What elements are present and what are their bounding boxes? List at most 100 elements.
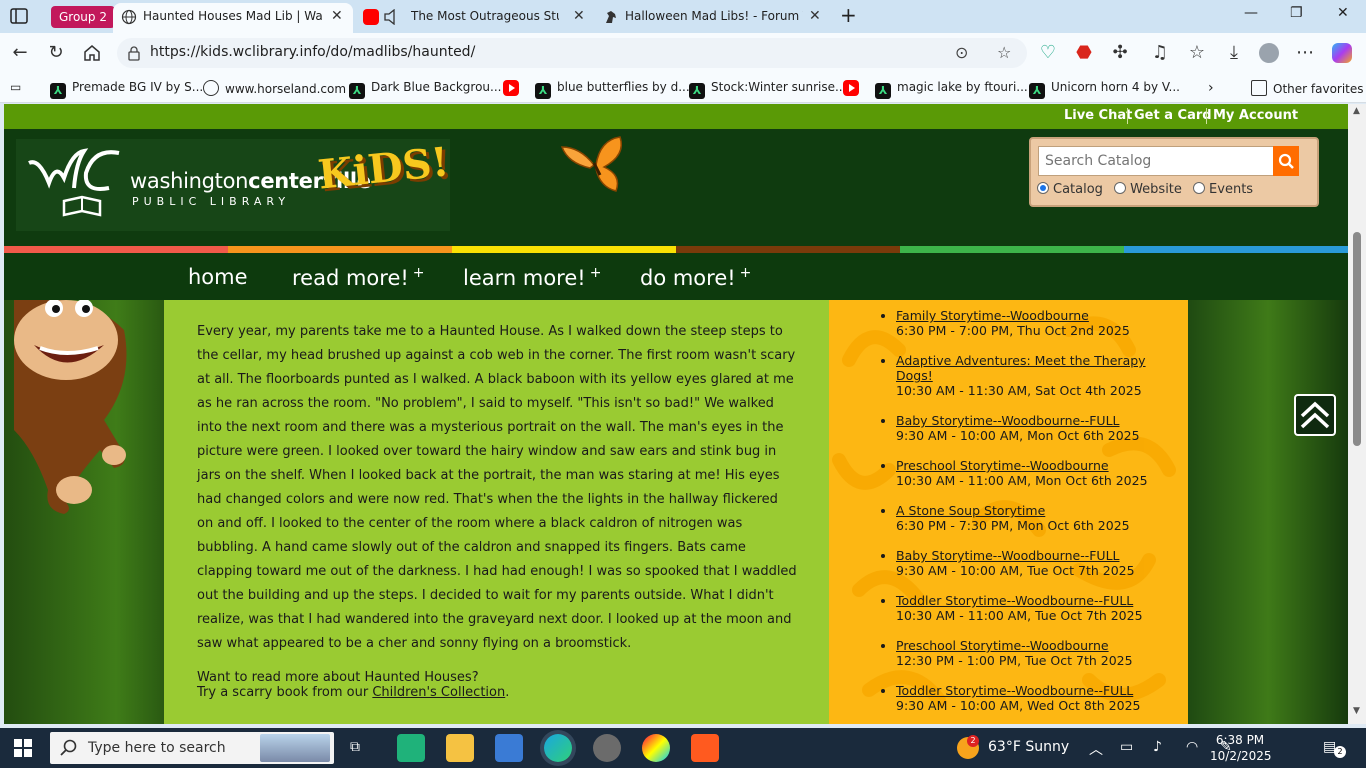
scroll-up-arrow-icon[interactable]: ▲ — [1353, 106, 1360, 116]
childrens-collection-link[interactable]: Children's Collection — [372, 685, 505, 700]
scope-events[interactable]: Events — [1193, 182, 1253, 197]
tab-halloween-mad-libs[interactable]: Halloween Mad Libs! - Forum Top ✕ — [595, 3, 835, 33]
radio[interactable] — [1114, 182, 1127, 194]
scope-website[interactable]: Website — [1114, 182, 1182, 197]
notification-count: 2 — [1334, 746, 1346, 758]
bookmark-item[interactable]: ⅄ Unicorn horn 4 by V... — [1029, 80, 1180, 99]
battery-icon[interactable]: ▭ — [1120, 739, 1133, 755]
scroll-down-arrow-icon[interactable]: ▼ — [1353, 706, 1360, 716]
reading-list-icon[interactable]: ▭ — [10, 80, 21, 94]
event-title-link[interactable]: A Stone Soup Storytime — [896, 503, 1166, 518]
search-button[interactable] — [1273, 146, 1299, 176]
event-title-link[interactable]: Preschool Storytime--Woodbourne — [896, 638, 1166, 653]
bookmark-item[interactable] — [503, 80, 525, 96]
tab-haunted-houses[interactable]: Haunted Houses Mad Lib | Washi ✕ — [113, 3, 353, 33]
new-tab-icon[interactable]: + — [840, 3, 857, 27]
close-tab-icon[interactable]: ✕ — [573, 3, 585, 29]
restore-icon[interactable]: ❐ — [1290, 5, 1303, 21]
my-account-link[interactable]: My Account — [1213, 108, 1298, 123]
copilot-icon[interactable] — [1332, 43, 1352, 63]
radio-selected[interactable] — [1037, 182, 1049, 194]
refresh-icon[interactable]: ↻ — [46, 43, 66, 63]
bookmark-label: Stock:Winter sunrise... — [711, 80, 847, 94]
event-title-link[interactable]: Toddler Storytime--Woodbourne--FULL — [896, 683, 1166, 698]
bookmark-label: Unicorn horn 4 by V... — [1051, 80, 1180, 94]
event-title-link[interactable]: Family Storytime--Woodbourne — [896, 308, 1166, 323]
profile-avatar-icon[interactable] — [1259, 43, 1279, 63]
microsoft-store-icon[interactable] — [495, 734, 523, 762]
event-title-link[interactable]: Baby Storytime--Woodbourne--FULL — [896, 413, 1166, 428]
back-icon[interactable]: ← — [10, 43, 30, 63]
bookmarks-overflow-chevron-icon[interactable]: › — [1208, 80, 1214, 96]
paint-app-icon[interactable] — [642, 734, 670, 762]
bookmark-item[interactable]: ⅄ Premade BG IV by S... — [50, 80, 203, 99]
windows-start-icon[interactable] — [14, 739, 32, 757]
event-title-link[interactable]: Baby Storytime--Woodbourne--FULL — [896, 548, 1166, 563]
settings-menu-icon[interactable]: ⋯ — [1295, 43, 1315, 63]
tray-chevron-icon[interactable]: ︿ — [1089, 739, 1103, 759]
app-g-icon[interactable] — [691, 734, 719, 762]
downloads-icon[interactable]: ⤓ — [1224, 43, 1244, 63]
file-explorer-icon[interactable] — [446, 734, 474, 762]
media-icon[interactable]: ♫ — [1150, 43, 1170, 63]
tab-outrageous-students[interactable]: The Most Outrageous Stude ✕ — [355, 3, 595, 33]
bookmark-item[interactable]: ⅄ Stock:Winter sunrise... — [689, 80, 846, 99]
nav-learn-more[interactable]: learn more! + — [463, 265, 601, 290]
deviantart-icon: ⅄ — [1029, 83, 1045, 99]
address-bar[interactable]: https://kids.wclibrary.info/do/madlibs/h… — [117, 38, 1027, 68]
catalog-search-input[interactable] — [1038, 146, 1274, 176]
url-text[interactable]: https://kids.wclibrary.info/do/madlibs/h… — [150, 44, 475, 60]
scope-catalog[interactable]: Catalog — [1037, 182, 1103, 197]
live-chat-link[interactable]: Live Chat — [1064, 108, 1132, 123]
wifi-icon[interactable]: ◠ — [1186, 739, 1198, 755]
bookmark-item[interactable]: ⅄ blue butterflies by d... — [535, 80, 690, 99]
tab-title: The Most Outrageous Stude — [411, 9, 559, 23]
search-icon — [1278, 153, 1294, 169]
favorites-icon[interactable]: ☆ — [1187, 43, 1207, 63]
close-window-icon[interactable]: ✕ — [1337, 5, 1349, 21]
event-title-link[interactable]: Preschool Storytime--Woodbourne — [896, 458, 1166, 473]
page-scrollbar[interactable]: ▲ ▼ — [1348, 104, 1366, 724]
bookmark-item[interactable]: ⅄ Dark Blue Backgrou... — [349, 80, 501, 99]
color-stripe-segment — [1124, 246, 1348, 253]
other-favorites[interactable]: Other favorites — [1251, 80, 1364, 96]
task-view-icon[interactable]: ⧉ — [350, 739, 360, 755]
scroll-to-top-button[interactable] — [1294, 394, 1336, 436]
bookmark-item[interactable] — [843, 80, 865, 96]
more-options-circle-icon[interactable]: ⊙ — [955, 43, 968, 62]
close-tab-icon[interactable]: ✕ — [331, 3, 343, 29]
bookmark-label: Premade BG IV by S... — [72, 80, 204, 94]
event-item: Baby Storytime--Woodbourne--FULL9:30 AM … — [896, 548, 1166, 578]
nav-read-more[interactable]: read more! + — [292, 265, 425, 290]
gimp-icon[interactable] — [593, 734, 621, 762]
event-title-link[interactable]: Toddler Storytime--Woodbourne--FULL — [896, 593, 1166, 608]
favorite-star-icon[interactable]: ☆ — [997, 43, 1011, 62]
app-icon-green[interactable] — [397, 734, 425, 762]
event-title-link[interactable]: Adaptive Adventures: Meet the Therapy Do… — [896, 353, 1166, 383]
edge-browser-icon[interactable] — [544, 734, 572, 762]
weather-text[interactable]: 63°F Sunny — [988, 739, 1069, 755]
adblock-icon[interactable]: ⬣ — [1074, 43, 1094, 63]
extension-heart-icon[interactable]: ♡ — [1038, 43, 1058, 63]
extensions-puzzle-icon[interactable]: ✣ — [1110, 43, 1130, 63]
get-a-card-link[interactable]: Get a Card — [1134, 108, 1212, 123]
site-info-icon[interactable] — [127, 45, 141, 61]
nav-home[interactable]: home — [188, 265, 248, 289]
speaker-mute-icon[interactable] — [383, 9, 401, 25]
event-time: 10:30 AM - 11:30 AM, Sat Oct 4th 2025 — [896, 383, 1142, 398]
nav-do-more[interactable]: do more! + — [640, 265, 751, 290]
clock[interactable]: 6:38 PM 10/2/2025 — [1210, 732, 1272, 764]
home-icon[interactable] — [82, 43, 102, 63]
minimize-icon[interactable]: — — [1244, 5, 1258, 21]
sidebar-toggle-icon[interactable] — [10, 7, 28, 25]
close-tab-icon[interactable]: ✕ — [809, 3, 821, 29]
scrollbar-thumb[interactable] — [1353, 232, 1361, 446]
globe-icon — [203, 80, 219, 96]
radio[interactable] — [1193, 182, 1206, 194]
bookmark-item[interactable]: ⅄ magic lake by ftouri... — [875, 80, 1028, 99]
volume-icon[interactable]: ♪ — [1153, 739, 1162, 755]
bookmark-item[interactable]: www.horseland.com — [203, 80, 346, 96]
library-logo[interactable]: washingtoncenterville PUBLIC LIBRARY KiD… — [16, 138, 451, 231]
tab-group-label[interactable]: Group 2 — [51, 6, 115, 28]
taskbar-search[interactable]: Type here to search — [50, 732, 334, 764]
